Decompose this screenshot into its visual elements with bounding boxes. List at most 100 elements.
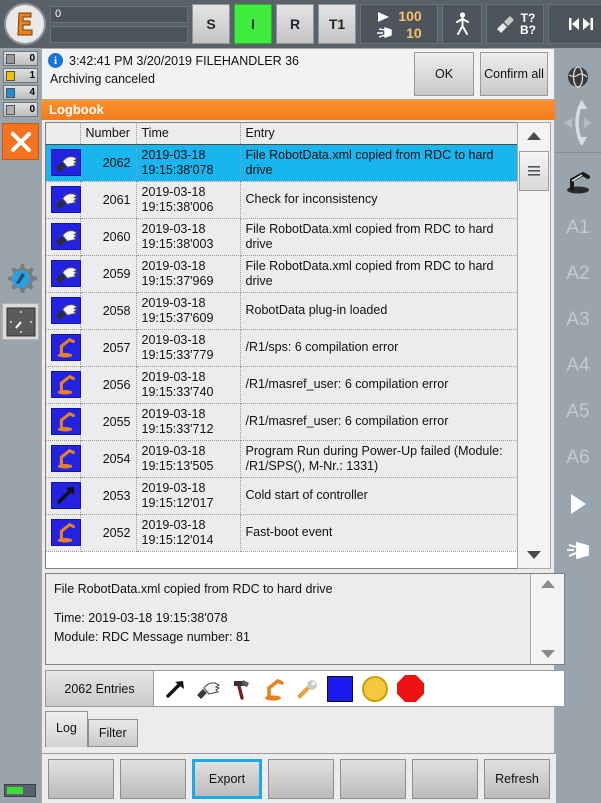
softkey-export[interactable]: Export — [192, 758, 262, 799]
row-number: 2054 — [80, 440, 137, 478]
column-header-number[interactable]: Number — [80, 123, 137, 145]
ack-count: 0 — [29, 53, 35, 64]
softkey-1[interactable] — [48, 758, 114, 799]
axis-label-a1[interactable]: A1 — [555, 205, 601, 251]
detail-scrollbar[interactable] — [530, 574, 564, 664]
wait-messages-counter[interactable]: 0 — [3, 102, 38, 117]
filter-wrench-icon[interactable] — [294, 678, 318, 700]
axis-label-a6[interactable]: A6 — [555, 435, 601, 481]
row-number: 2061 — [80, 181, 137, 219]
filter-hammer-icon[interactable] — [230, 678, 254, 700]
axis-label-a4[interactable]: A4 — [555, 343, 601, 389]
axis-label-a3[interactable]: A3 — [555, 297, 601, 343]
filter-robot-icon[interactable] — [263, 677, 285, 701]
scrollbar-thumb[interactable] — [519, 151, 549, 191]
ok-button[interactable]: OK — [414, 52, 474, 96]
filter-blue-square-icon[interactable] — [327, 675, 353, 702]
walk-figure-icon — [454, 12, 471, 36]
hand-jog-icon[interactable] — [555, 527, 601, 573]
settings-button[interactable] — [2, 260, 39, 297]
softkey-2[interactable] — [120, 758, 186, 799]
table-row[interactable]: 2060 2019-03-18 19:15:38'003 File RobotDat… — [46, 218, 530, 256]
table-row[interactable]: 2059 2019-03-18 19:15:37'969 File RobotDat… — [46, 255, 530, 293]
jog-mode-button[interactable] — [442, 4, 482, 44]
entries-count[interactable]: 2062 Entries — [46, 671, 154, 706]
robot-icon — [51, 444, 81, 472]
submit-interpreter-button[interactable]: S — [192, 4, 230, 44]
gear-robot-icon — [4, 262, 38, 296]
base-label: B? — [520, 23, 536, 37]
jog-override-value: 10 — [406, 24, 422, 41]
tool-base-button[interactable]: T? B? — [486, 4, 544, 44]
detail-chevron-down-icon[interactable] — [540, 649, 556, 659]
row-icon-cell — [46, 514, 81, 552]
secondary-field[interactable] — [50, 25, 188, 43]
table-row[interactable]: 2055 2019-03-18 19:15:33'712/R1/masref_us… — [46, 403, 530, 441]
info-messages-counter[interactable]: 4 — [3, 85, 38, 100]
axis-label-a2[interactable]: A2 — [555, 251, 601, 297]
softkey-6[interactable] — [412, 758, 478, 799]
table-row[interactable]: 2062 2019-03-18 19:15:38'078 File RobotDat… — [46, 144, 530, 182]
table-row[interactable]: 2061 2019-03-18 19:15:38'006 Check for inc… — [46, 181, 530, 219]
warning-messages-counter[interactable]: 1 — [3, 68, 38, 83]
axis-label-a5[interactable]: A5 — [555, 389, 601, 435]
row-entry: Program Run during Power-Up failed (Modu… — [240, 440, 530, 478]
table-row[interactable]: 2057 2019-03-18 19:15:33'779/R1/sps: 6 co… — [46, 329, 530, 367]
detail-text[interactable]: File RobotData.xml copied from RDC to ha… — [46, 574, 530, 664]
table-row[interactable]: 2056 2019-03-18 19:15:33'740/R1/masref_us… — [46, 366, 530, 404]
table-row[interactable]: 2052 2019-03-18 19:15:12'014 Fast-boot eve… — [46, 514, 530, 552]
drives-ready-button[interactable]: I — [234, 4, 272, 44]
chevron-down-icon[interactable] — [518, 542, 550, 568]
program-override-value: 100 — [398, 7, 422, 24]
table-header-row: Number Time Entry — [46, 123, 530, 145]
increment-button[interactable]: ∞ — [548, 4, 601, 44]
message-content[interactable]: i 3:42:41 PM 3/20/2019 FILEHANDLER 36 Ar… — [42, 49, 414, 99]
row-icon-cell — [46, 440, 81, 478]
operating-mode-button[interactable]: T1 — [318, 4, 356, 44]
tab-log[interactable]: Log — [45, 711, 88, 747]
coordinate-section — [555, 48, 601, 153]
row-icon-cell — [46, 255, 81, 293]
program-name-field[interactable]: 0 — [50, 5, 188, 23]
clock-button[interactable] — [2, 303, 39, 340]
confirm-all-button[interactable]: Confirm all — [480, 52, 548, 96]
detail-chevron-up-icon[interactable] — [540, 579, 556, 589]
filter-red-octagon-icon[interactable] — [397, 675, 424, 702]
ack-messages-counter[interactable]: 0 — [3, 51, 38, 66]
softkey-refresh[interactable]: Refresh — [484, 758, 550, 799]
robot-axis-icon[interactable] — [555, 159, 601, 205]
stop-close-button[interactable] — [2, 123, 39, 160]
tool-icon — [494, 14, 516, 34]
row-icon-cell — [46, 218, 81, 256]
globe-world-icon[interactable] — [555, 54, 601, 100]
message-body: Archiving canceled — [50, 72, 155, 86]
column-header-time[interactable]: Time — [136, 123, 241, 145]
hand-pointer-icon — [51, 260, 81, 287]
row-time: 2019-03-18 19:15:33'712 — [136, 403, 241, 441]
row-number: 2055 — [80, 403, 137, 441]
row-time: 2019-03-18 19:15:37'969 — [136, 255, 241, 293]
table-row[interactable]: 2054 2019-03-18 19:15:13'505 Program Run d… — [46, 440, 530, 478]
row-entry: Fast-boot event — [240, 514, 530, 552]
page-title: Logbook — [41, 100, 555, 120]
table-scrollbar[interactable] — [517, 122, 551, 569]
hand-pointer-icon — [51, 186, 81, 213]
filter-yellow-circle-icon[interactable] — [362, 675, 388, 702]
table-row[interactable]: 2053 2019-03-18 19:15:12'017 Cold start of… — [46, 477, 530, 515]
column-header-icon[interactable] — [46, 123, 81, 145]
row-icon-cell — [46, 292, 81, 330]
chevron-up-icon[interactable] — [518, 123, 550, 149]
softkey-4[interactable] — [268, 758, 334, 799]
hand-pointer-icon — [51, 223, 81, 250]
tab-filter[interactable]: Filter — [87, 719, 138, 747]
override-button[interactable]: 100 10 — [360, 4, 438, 44]
robot-interpreter-button[interactable]: R — [276, 4, 314, 44]
filter-arrow-icon[interactable] — [164, 678, 186, 700]
filter-hand-pointer-icon[interactable] — [195, 678, 221, 700]
play-triangle-icon[interactable] — [555, 481, 601, 527]
coordinate-arrows-icon[interactable] — [555, 100, 601, 146]
table-row[interactable]: 2058 2019-03-18 19:15:37'609 RobotData plu… — [46, 292, 530, 330]
softkey-5[interactable] — [340, 758, 406, 799]
kuka-robot-logo-icon[interactable] — [4, 3, 46, 45]
column-header-entry[interactable]: Entry — [240, 123, 530, 145]
